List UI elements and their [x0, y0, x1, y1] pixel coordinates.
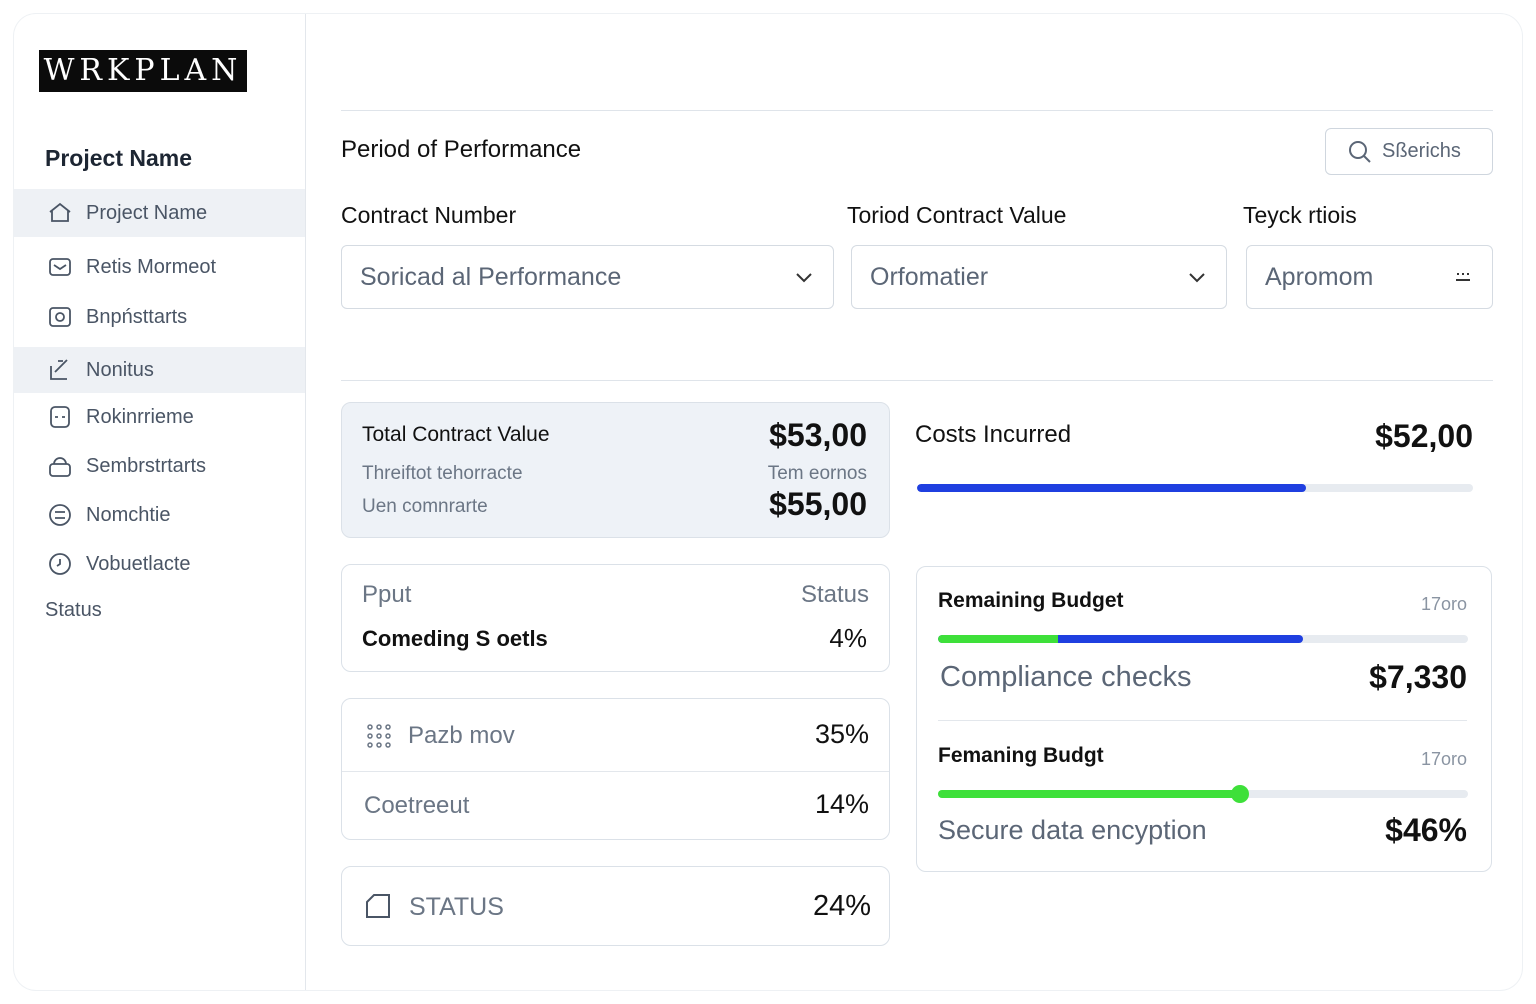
sidebar-item-4[interactable]: Nonitus — [14, 347, 305, 393]
chevron-down-icon — [796, 273, 812, 283]
logo: WRKPLAN — [39, 50, 247, 92]
total-contract-value-card: Total Contract Value $53,00 Threiftot te… — [341, 402, 890, 538]
costs-progress-fill — [917, 484, 1307, 492]
sidebar-item-label: Nonitus — [86, 358, 154, 381]
costs-progress-bar — [917, 484, 1473, 492]
sidebar-item-8[interactable]: Vobuetlacte — [14, 540, 305, 588]
mail-icon — [49, 258, 71, 276]
budget-label: Femaning Budgt — [938, 744, 1104, 767]
budget-sub: Compliance checks — [940, 661, 1192, 693]
chat-icon — [50, 406, 70, 428]
slider-handle[interactable] — [1230, 785, 1249, 803]
chevron-down-icon — [1189, 273, 1205, 283]
sidebar-item-label: Bnpństtarts — [86, 305, 188, 328]
sidebar-heading: Project Name — [45, 145, 193, 171]
select-value: Orfomatier — [870, 262, 989, 291]
divider — [341, 110, 1493, 111]
filter-label: Teyck rtiois — [1243, 202, 1357, 228]
sidebar-item-3[interactable]: Bnpństtarts — [14, 293, 305, 341]
filter-label: Contract Number — [341, 202, 517, 228]
sidebar-item-label: Retis Mormeot — [86, 255, 217, 278]
filter-label: Toriod Contract Value — [847, 202, 1067, 228]
clock-icon — [49, 553, 71, 575]
budget-progress-bar — [938, 635, 1468, 643]
budget-slider[interactable] — [938, 785, 1468, 803]
budget-value: $7,330 — [1369, 659, 1467, 695]
menu-icon — [1456, 273, 1470, 281]
divider — [342, 771, 889, 772]
search-button[interactable]: Sßerichs — [1325, 128, 1493, 175]
page-title: Period of Performance — [341, 136, 582, 163]
sidebar-item-2[interactable]: Retis Mormeot — [14, 243, 305, 291]
sidebar-item-label: Vobuetlacte — [86, 552, 191, 575]
list-icon — [49, 504, 71, 526]
list-item-value: 14% — [814, 789, 869, 819]
remaining-budget-card: Remaining Budget 17oro Compliance checks… — [916, 566, 1492, 872]
list-item-value: 35% — [814, 719, 869, 749]
grid-icon — [366, 723, 392, 749]
search-label: Sßerichs — [1382, 140, 1461, 162]
pput-row-value: 4% — [829, 623, 867, 653]
tcv-value: $53,00 — [769, 417, 867, 453]
sidebar-item-5[interactable]: Rokinrrieme — [14, 393, 305, 441]
costs-incurred-label: Costs Incurred — [915, 421, 1072, 448]
pput-row-label: Comeding S oetls — [362, 626, 548, 651]
budget-meta: 17oro — [1420, 594, 1467, 614]
costs-incurred-value: $52,00 — [1375, 418, 1473, 454]
sidebar-item-label: Nomchtie — [86, 503, 171, 526]
status-card: STATUS 24% — [341, 866, 890, 946]
select-value: Soricad al Performance — [360, 262, 622, 291]
sidebar-status[interactable]: Status — [45, 599, 102, 622]
pput-card: Pput Status Comeding S oetls 4% — [341, 564, 890, 672]
input-value: Apromom — [1265, 262, 1374, 291]
budget-meta: 17oro — [1420, 749, 1467, 769]
tcv-label: Total Contract Value — [362, 423, 550, 446]
sidebar-item-label: Rokinrrieme — [86, 405, 194, 428]
sidebar-item-6[interactable]: Sembrstrtarts — [14, 442, 305, 490]
list-item-label: Pazb mov — [408, 722, 515, 749]
tcv-sub2: Uen comnrarte — [362, 496, 488, 517]
sidebar-item-7[interactable]: Nomchtie — [14, 491, 305, 539]
contract-number-select[interactable]: Soricad al Performance — [341, 245, 834, 309]
status-value: 24% — [812, 890, 871, 922]
budget-sub: Secure data encyption — [938, 815, 1207, 845]
third-filter-input[interactable]: Apromom — [1246, 245, 1493, 309]
pput-label: Pput — [362, 581, 412, 608]
divider — [938, 720, 1467, 721]
edit-icon — [50, 359, 68, 380]
sidebar-item-label: Sembrstrtarts — [86, 454, 207, 477]
divider — [341, 380, 1493, 381]
lock-icon — [49, 457, 71, 477]
budget-green-fill — [938, 790, 1240, 798]
budget-label: Remaining Budget — [938, 589, 1124, 612]
box-icon — [366, 894, 390, 918]
camera-icon — [49, 307, 71, 327]
tcv-value2: $55,00 — [769, 486, 867, 522]
metrics-list-card: Pazb mov 35% Coetreeut 14% — [341, 698, 890, 840]
pput-status: Status — [800, 581, 869, 608]
budget-green-fill — [938, 635, 1059, 643]
tcv-sub1: Threiftot tehorracte — [362, 463, 523, 484]
sidebar-item-label: Project Name — [86, 201, 208, 224]
status-label: STATUS — [409, 893, 504, 921]
tcv-sub1-right: Tem eornos — [767, 463, 867, 484]
contract-value-select[interactable]: Orfomatier — [851, 245, 1227, 309]
sidebar-item-project-name[interactable]: Project Name — [14, 189, 305, 237]
search-icon — [1349, 140, 1371, 163]
list-item-label: Coetreeut — [364, 792, 470, 819]
home-icon — [49, 202, 71, 222]
budget-value: $46% — [1385, 812, 1467, 848]
